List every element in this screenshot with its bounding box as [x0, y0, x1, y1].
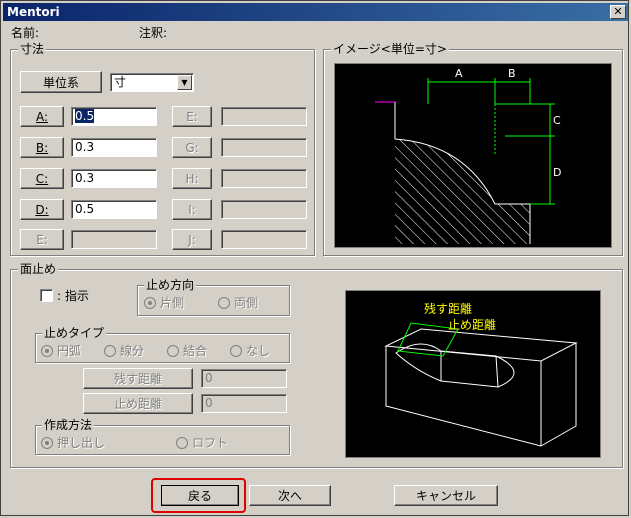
type-line-radio[interactable] — [104, 345, 116, 357]
label-c: C — [553, 114, 561, 127]
type-none-radio[interactable] — [230, 345, 242, 357]
type-arc-label: 円弧 — [57, 344, 82, 358]
method-loft-radio[interactable] — [176, 437, 188, 449]
dim-e-right-input[interactable] — [221, 107, 307, 126]
direction-one-side-label: 片側 — [160, 296, 185, 310]
dim-h-input[interactable] — [221, 169, 307, 188]
note-label: 注釈: — [139, 26, 168, 40]
indicate-label: : 指示 — [57, 289, 89, 303]
type-none-label: なし — [246, 344, 271, 358]
stop-distance-input[interactable]: 0 — [201, 394, 287, 413]
label-b: B — [508, 67, 516, 80]
stop-preview-image: 残す距離 止め距離 — [345, 290, 601, 458]
unit-system-button[interactable]: 単位系 — [20, 71, 102, 93]
method-extrude-label: 押し出し — [57, 436, 106, 450]
dimension-image: A B C D — [334, 63, 612, 248]
cancel-button[interactable]: キャンセル — [394, 485, 498, 506]
remain-distance-input[interactable]: 0 — [201, 369, 287, 388]
indicate-checkbox[interactable] — [40, 289, 53, 302]
dialog-window: Mentori ✕ 名前: 注釈: 寸法 単位系 寸 ▼ A: 0.5 E: B… — [0, 0, 629, 516]
dimension-diagram: A B C D — [375, 67, 561, 244]
dim-g-input[interactable] — [221, 138, 307, 157]
direction-one-side-radio[interactable] — [144, 297, 156, 309]
method-legend: 作成方法 — [42, 418, 95, 432]
remain-distance-preview-label: 残す距離 — [424, 302, 472, 316]
stop-distance-preview-label: 止め距離 — [448, 318, 496, 332]
dim-b-button[interactable]: B: — [20, 137, 64, 158]
dim-d-button[interactable]: D: — [20, 199, 64, 220]
direction-both-sides-radio[interactable] — [218, 297, 230, 309]
unit-select-value: 寸 — [114, 75, 127, 89]
remain-distance-button[interactable]: 残す距離 — [83, 368, 193, 389]
close-icon[interactable]: ✕ — [610, 5, 626, 19]
dim-c-button[interactable]: C: — [20, 168, 64, 189]
dim-g-button[interactable]: G: — [172, 137, 212, 158]
dim-i-input[interactable] — [221, 200, 307, 219]
dim-d-input[interactable]: 0.5 — [71, 200, 157, 219]
method-extrude-radio[interactable] — [41, 437, 53, 449]
direction-legend: 止め方向 — [144, 278, 197, 292]
next-button[interactable]: 次へ — [249, 485, 331, 506]
label-a: A — [455, 67, 463, 80]
dim-b-input[interactable]: 0.3 — [71, 138, 157, 157]
stop-preview-diagram: 残す距離 止め距離 — [384, 302, 578, 447]
label-d: D — [553, 166, 561, 179]
unit-select[interactable]: 寸 ▼ — [110, 73, 194, 92]
back-button[interactable]: 戻る — [161, 485, 239, 506]
dim-i-button[interactable]: I: — [172, 199, 212, 220]
dim-a-value: 0.5 — [75, 109, 95, 123]
name-label: 名前: — [11, 26, 40, 40]
dim-j-button[interactable]: J: — [172, 229, 212, 250]
dim-c-input[interactable]: 0.3 — [71, 169, 157, 188]
direction-both-sides-label: 両側 — [234, 296, 259, 310]
dim-e-right-button[interactable]: E: — [172, 106, 212, 127]
dim-a-input[interactable]: 0.5 — [71, 107, 157, 126]
dim-h-button[interactable]: H: — [172, 168, 212, 189]
dimension-legend: 寸法 — [18, 42, 47, 56]
type-legend: 止めタイプ — [42, 326, 107, 340]
dim-e-button[interactable]: E: — [20, 229, 64, 250]
stop-distance-button[interactable]: 止め距離 — [83, 393, 193, 414]
dim-j-input[interactable] — [221, 230, 307, 249]
type-line-label: 線分 — [120, 344, 145, 358]
type-join-label: 結合 — [183, 344, 208, 358]
stop-legend: 面止め — [18, 262, 59, 276]
window-title: Mentori — [7, 5, 60, 19]
method-loft-label: ロフト — [192, 436, 229, 450]
image-legend: イメージ<単位=寸> — [331, 42, 449, 56]
dim-e-input[interactable] — [71, 230, 157, 249]
type-arc-radio[interactable] — [41, 345, 53, 357]
chevron-down-icon[interactable]: ▼ — [177, 75, 192, 90]
title-bar: Mentori ✕ — [3, 3, 628, 21]
type-join-radio[interactable] — [167, 345, 179, 357]
dim-a-button[interactable]: A: — [20, 106, 64, 127]
